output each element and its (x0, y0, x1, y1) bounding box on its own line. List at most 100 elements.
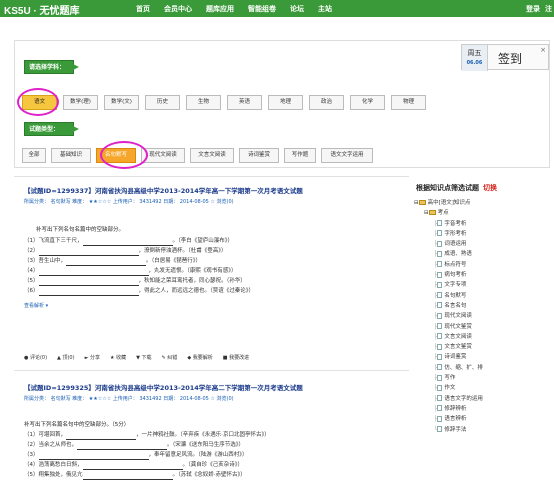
document-icon (437, 364, 443, 371)
tree-root[interactable]: ⊟ 高中[语文]知识点 (414, 198, 554, 208)
question-title[interactable]: 【试题ID=1299337】河南省扶沟县高级中学2013-2014学年高一下学期… (24, 185, 404, 195)
nav-member[interactable]: 会员中心 (164, 4, 192, 14)
tree-item[interactable]: ├ 仿、缩、扩、排 (414, 363, 554, 373)
signin-button[interactable]: 签到 (498, 50, 522, 67)
tree-item[interactable]: └ 修辞手法 (414, 425, 554, 435)
document-icon (437, 374, 443, 381)
close-icon[interactable]: × (540, 46, 546, 54)
folder-icon (418, 200, 426, 205)
tree-item[interactable]: ├ 名句默写 (414, 291, 554, 301)
type-label: 试题类型： (24, 122, 79, 136)
subject-physics[interactable]: 物理 (391, 95, 426, 110)
type-all[interactable]: 全部 (22, 148, 46, 163)
question-line: （5） ，秋知能之荣耳鸾托者，同心瑟祝。（孙华） (24, 278, 246, 286)
question-line: （6） ，得此之人，而远远之德也。（贾谊《过秦论》） (24, 288, 255, 296)
question-instruction: 补写出下列名句名篇中的空缺部分。 (36, 227, 125, 233)
tree-item[interactable]: ├ 修辞辨析 (414, 404, 554, 414)
top-bar: KS5U · 无忧题库 首页 会员中心 题库应用 智能组卷 论坛 主站 登录 注 (0, 0, 554, 17)
tree-item[interactable]: ├ 词语运用 (414, 239, 554, 249)
subject-english[interactable]: 英语 (227, 95, 262, 110)
tree-item[interactable]: ├ 字形考析 (414, 229, 554, 239)
question-meta: 所属分类： 名句默写 难度： ★★☆☆☆ 上传用户： 3431492 日期： 2… (24, 199, 234, 205)
divider (14, 176, 409, 177)
upvote-button[interactable]: ▲ 顶(0) (57, 354, 75, 361)
download-button[interactable]: ▼ 下载 (136, 354, 151, 361)
register-link[interactable]: 注 (545, 4, 552, 14)
tree-group[interactable]: ⊟ 考点 (414, 208, 554, 218)
subject-buttons: 语文 数学(理) 数学(文) 历史 生物 英语 地理 政治 化学 物理 (22, 95, 426, 110)
header-spacer (0, 17, 554, 39)
document-icon (437, 405, 443, 412)
tree-item[interactable]: ├ 字音考析 (414, 219, 554, 229)
document-icon (437, 333, 443, 340)
tree-item[interactable]: ├ 作文 (414, 383, 554, 393)
view-analysis-link[interactable]: 查看解析 ▾ (24, 302, 404, 309)
improve-button[interactable]: ■ 我要改进 (223, 354, 249, 361)
tree-item[interactable]: ├ 诗词鉴赏 (414, 352, 554, 362)
subject-politics[interactable]: 政治 (309, 95, 344, 110)
switch-link[interactable]: 切换 (483, 184, 497, 192)
subject-chemistry[interactable]: 化学 (350, 95, 385, 110)
subject-biology[interactable]: 生物 (186, 95, 221, 110)
type-language-use[interactable]: 语文文字运用 (321, 148, 373, 163)
document-icon (437, 415, 443, 422)
document-icon (437, 220, 443, 227)
document-icon (437, 271, 443, 278)
tree-item[interactable]: ├ 病句考析 (414, 270, 554, 280)
auth-links: 登录 注 (526, 0, 552, 17)
login-link[interactable]: 登录 (526, 4, 540, 14)
question-line: （3） ，奉年留意足风流。（陆游《游山西村》） (24, 452, 248, 460)
type-basic[interactable]: 基础知识 (51, 148, 91, 163)
subject-history[interactable]: 历史 (145, 95, 180, 110)
question-line: （4） ，丸发无遗恨。（康熙《观书有感》） (24, 268, 237, 276)
nav-bank[interactable]: 题库应用 (206, 4, 234, 14)
tree-item[interactable]: ├ 文字专项 (414, 280, 554, 290)
tree-item[interactable]: ├ 语言文字的运用 (414, 394, 554, 404)
document-icon (437, 343, 443, 350)
question-line: （3）吾生山中， 。（白居易《琵琶行》） (24, 258, 202, 266)
document-icon (437, 302, 443, 309)
tree-item[interactable]: ├ 现代文鉴赏 (414, 322, 554, 332)
site-logo[interactable]: KS5U · 无忧题库 (4, 2, 80, 17)
document-icon (437, 384, 443, 391)
tree-item[interactable]: ├ 成语、熟语 (414, 249, 554, 259)
nav-forum[interactable]: 论坛 (290, 4, 304, 14)
folder-icon (428, 210, 436, 216)
signin-weekday: 周五 (467, 49, 482, 57)
question-meta: 所属分类： 名句默写 难度： ★★☆☆☆ 上传用户： 3431492 日期： 2… (24, 396, 234, 402)
question-line: （5）翔集独处，俄见亢 。（苏轼《念奴娇·赤壁怀古》） (24, 472, 246, 480)
type-classical-reading[interactable]: 文言文阅读 (190, 148, 234, 163)
document-icon (437, 281, 443, 288)
comment-button[interactable]: ● 评论(0) (24, 354, 47, 361)
question-item: 【试题ID=1299337】河南省扶沟县高级中学2013-2014学年高一下学期… (24, 185, 404, 309)
subject-math-sci[interactable]: 数学(理) (63, 95, 98, 110)
tree-item[interactable]: ├ 名言名句 (414, 301, 554, 311)
add-analysis-button[interactable]: ◆ 我要解析 (187, 354, 212, 361)
nav-compose[interactable]: 智能组卷 (248, 4, 276, 14)
question-line: （2）当余之从师也， 。（宋濂《送东阳马生序节选》） (24, 442, 245, 450)
question-item: 【试题ID=1299325】河南省扶沟县高级中学2013-2014学年高二下学期… (24, 382, 404, 480)
type-poetry[interactable]: 诗词鉴赏 (239, 148, 279, 163)
nav-home[interactable]: 首页 (136, 4, 150, 14)
highlight-ring (17, 88, 59, 116)
type-writing[interactable]: 写作题 (284, 148, 316, 163)
tree-item[interactable]: ├ 现代文阅读 (414, 311, 554, 321)
document-icon (437, 261, 443, 268)
tree-item[interactable]: ├ 文言文鉴赏 (414, 342, 554, 352)
document-icon (437, 292, 443, 299)
tree-item[interactable]: ├ 文言文阅读 (414, 332, 554, 342)
question-line: （4）浩荡离愁白日斜， 。（龚自珍《己亥杂诗》） (24, 462, 244, 470)
tree-item[interactable]: ├ 标点符号 (414, 260, 554, 270)
favorite-button[interactable]: ★ 收藏 (110, 354, 126, 361)
question-actions: ● 评论(0) ▲ 顶(0) ► 分享 ★ 收藏 ▼ 下载 ✎ 纠错 ◆ 我要解… (24, 354, 249, 361)
signin-widget[interactable]: 周五 06.06 签到 × (461, 44, 549, 71)
report-error-button[interactable]: ✎ 纠错 (162, 354, 178, 361)
tree-item[interactable]: ├ 语言辨析 (414, 414, 554, 424)
subject-math-art[interactable]: 数学(文) (104, 95, 139, 110)
share-button[interactable]: ► 分享 (85, 354, 100, 361)
question-line: （2） ，潦倒新停浊酒杯。（杜甫《登高》） (24, 248, 227, 256)
nav-main-site[interactable]: 主站 (318, 4, 332, 14)
tree-item[interactable]: ├ 写作 (414, 373, 554, 383)
subject-geography[interactable]: 地理 (268, 95, 303, 110)
question-title[interactable]: 【试题ID=1299325】河南省扶沟县高级中学2013-2014学年高二下学期… (24, 382, 404, 392)
